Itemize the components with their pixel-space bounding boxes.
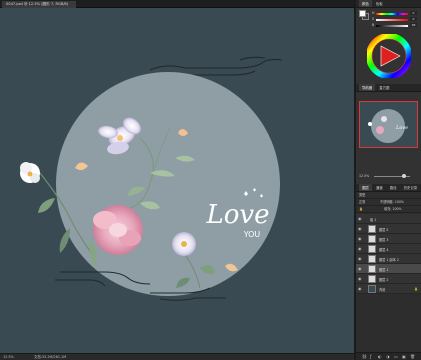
fx-icon[interactable]: ƒ: [370, 354, 371, 360]
hue-slider[interactable]: H 0: [372, 11, 418, 16]
eye-icon[interactable]: ◉: [358, 247, 362, 251]
navigator-zoom-row: 12.5%: [359, 174, 418, 180]
new-layer-icon[interactable]: ▣: [402, 354, 406, 360]
layer-name[interactable]: 图层 1: [379, 267, 388, 272]
zoom-readout[interactable]: 12.5%: [3, 354, 14, 360]
tab-navigator[interactable]: 导航器: [359, 84, 376, 91]
color-panel: 颜色 色板 H 0 S 0 B 98: [356, 0, 421, 84]
eye-icon[interactable]: ◉: [358, 277, 362, 281]
opacity-field[interactable]: 不透明度: 100%: [380, 199, 404, 205]
lock-icon[interactable]: 🔒: [414, 287, 418, 291]
brightness-track[interactable]: [376, 25, 408, 27]
layer-row[interactable]: ◉ 图层 4: [356, 244, 421, 254]
layer-row[interactable]: ◉ 图层 2: [356, 274, 421, 284]
eye-icon[interactable]: ◉: [358, 237, 362, 241]
layer-row[interactable]: ◉ 图层 1 副本 2: [356, 254, 421, 264]
tab-layers[interactable]: 图层: [359, 184, 372, 191]
eye-icon[interactable]: ◉: [358, 267, 362, 271]
eye-icon[interactable]: ◉: [358, 217, 362, 221]
brightness-label: B: [372, 23, 375, 27]
adjustment-icon[interactable]: ◑: [386, 354, 390, 360]
layer-thumbnail: [368, 245, 376, 253]
navigator-panel-header: 导航器 直方图: [356, 84, 421, 92]
layers-panel-header: 图层 通道 路径 历史记录: [356, 184, 421, 192]
circle-shape: [56, 72, 280, 296]
blend-opacity-row: 正常 不透明度: 100%: [356, 199, 421, 206]
navigator-preview[interactable]: Love: [359, 101, 418, 148]
navigator-zoom-value[interactable]: 12.5%: [359, 174, 369, 178]
brightness-slider[interactable]: B 98: [372, 23, 418, 28]
layer-name[interactable]: 图层 1 副本 2: [379, 257, 399, 262]
color-panel-header: 颜色 色板: [356, 0, 421, 8]
eye-icon[interactable]: ◉: [358, 257, 362, 261]
lock-icon[interactable]: 🔒: [359, 207, 363, 211]
layer-row[interactable]: ◉ 图层 3: [356, 234, 421, 244]
eye-icon[interactable]: ◉: [358, 287, 362, 291]
layer-filter-row[interactable]: 类型: [356, 192, 421, 199]
layer-thumbnail: [368, 265, 376, 273]
layers-footer: ⛓ ƒ ◐ ◑ ▭ ▣ 🗑: [356, 352, 421, 360]
brightness-value[interactable]: 98: [410, 23, 417, 27]
layer-name[interactable]: 背景: [379, 287, 385, 292]
fill-field[interactable]: 填充: 100%: [384, 206, 402, 212]
hue-track[interactable]: [376, 13, 408, 15]
hue-value[interactable]: 0: [410, 11, 417, 15]
foreground-color-swatch[interactable]: [359, 10, 366, 17]
link-icon[interactable]: ⛓: [362, 354, 367, 360]
tab-paths[interactable]: 路径: [387, 184, 400, 191]
mask-icon[interactable]: ◐: [378, 354, 382, 360]
saturation-track[interactable]: [376, 19, 408, 21]
love-script-text: Love: [206, 200, 270, 230]
saturation-slider[interactable]: S 0: [372, 17, 418, 22]
layer-name[interactable]: 图层 4: [379, 247, 388, 252]
layers-panel: 图层 通道 路径 历史记录 类型 正常 不透明度: 100% 🔒 填充: 100…: [356, 184, 421, 360]
status-bar: 12.5% 文档:33.2M/261.1M: [0, 353, 354, 360]
document-tab[interactable]: 0047.psd @ 12.5% (圆形 7, RGB/8): [2, 1, 77, 8]
blend-mode-select[interactable]: 正常: [359, 200, 365, 204]
layer-thumbnail: [368, 225, 376, 233]
layer-row-background[interactable]: ◉ 背景 🔒: [356, 284, 421, 294]
folder-icon[interactable]: ▭: [394, 354, 398, 360]
layer-filter-kind[interactable]: 类型: [359, 193, 365, 197]
layer-thumbnail: [368, 285, 376, 293]
document-title: 0047.psd @ 12.5% (圆形 7, RGB/8): [6, 2, 69, 6]
layer-thumbnail: [368, 275, 376, 283]
you-text: YOU: [243, 230, 261, 239]
layer-name[interactable]: 图层 5: [379, 227, 388, 232]
fill-row: 🔒 填充: 100%: [356, 206, 421, 213]
document-size-readout[interactable]: 文档:33.2M/261.1M: [34, 354, 66, 360]
canvas-area[interactable]: Love YOU: [0, 8, 354, 353]
tab-history[interactable]: 历史记录: [401, 184, 421, 191]
saturation-label: S: [372, 17, 375, 21]
eye-icon[interactable]: ◉: [358, 227, 362, 231]
layer-row-selected[interactable]: ◉ 图层 1: [356, 264, 421, 274]
saturation-value[interactable]: 0: [410, 17, 417, 21]
tab-channels[interactable]: 通道: [373, 184, 386, 191]
tab-histogram[interactable]: 直方图: [376, 84, 392, 91]
nav-love-text: Love: [395, 125, 408, 131]
layer-group-row[interactable]: ◉ 组 1: [356, 214, 421, 224]
tab-swatches[interactable]: 色板: [373, 0, 386, 7]
tab-color[interactable]: 颜色: [359, 0, 372, 7]
artwork: Love YOU: [20, 56, 283, 301]
layer-thumbnail: [368, 235, 376, 243]
layer-name[interactable]: 图层 2: [379, 277, 388, 282]
layer-row[interactable]: ◉ 图层 5: [356, 224, 421, 234]
navigator-zoom-handle[interactable]: [402, 174, 406, 178]
trash-icon[interactable]: 🗑: [410, 354, 415, 360]
layer-thumbnail: [368, 255, 376, 263]
document-tab-bar: 0047.psd @ 12.5% (圆形 7, RGB/8): [0, 0, 354, 8]
hue-label: H: [372, 11, 375, 15]
color-wheel[interactable]: [366, 33, 412, 79]
layer-name[interactable]: 图层 3: [379, 237, 388, 242]
layer-group-name[interactable]: 组 1: [370, 217, 376, 222]
navigator-panel: 导航器 直方图 Love 12.5%: [356, 84, 421, 184]
